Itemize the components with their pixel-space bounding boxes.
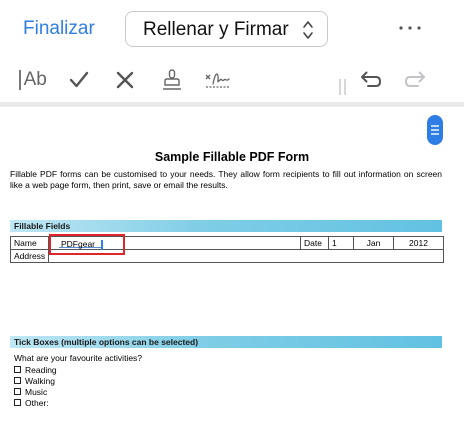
mode-selector[interactable]: Rellenar y Firmar — [125, 11, 328, 47]
cross-icon — [116, 71, 134, 89]
redo-icon — [404, 71, 425, 87]
fillable-fields-heading: Fillable Fields — [10, 220, 442, 232]
date-month-field[interactable]: Jan — [353, 236, 394, 250]
active-name-field[interactable]: PDFgear — [49, 234, 125, 255]
date-year-field[interactable]: 2012 — [393, 236, 444, 250]
cross-tool-button[interactable] — [112, 65, 138, 95]
tick-boxes-heading: Tick Boxes (multiple options can be sele… — [10, 336, 442, 348]
signature-icon — [205, 73, 230, 88]
form-title: Sample Fillable PDF Form — [154, 150, 310, 164]
chevron-up-down-icon — [303, 21, 313, 39]
toolbar-separator — [339, 79, 346, 95]
name-label: Name — [10, 236, 49, 250]
done-button[interactable]: Finalizar — [23, 18, 95, 40]
date-label: Date — [300, 236, 329, 250]
address-label: Address — [10, 249, 49, 263]
checkbox-icon — [14, 388, 21, 395]
date-day-field[interactable]: 1 — [328, 236, 354, 250]
activities-question: What are your favourite activities? — [14, 353, 143, 363]
annotation-toolbar: Ab — [0, 58, 464, 102]
list-icon — [431, 125, 439, 135]
checkmark-tool-button[interactable] — [66, 65, 92, 95]
checkbox-label: Reading — [25, 364, 57, 375]
stamp-tool-button[interactable] — [158, 65, 186, 95]
checkbox-music[interactable]: Music — [14, 386, 57, 397]
undo-button[interactable] — [356, 65, 384, 95]
undo-icon — [361, 71, 382, 87]
outline-button[interactable] — [427, 115, 443, 145]
activities-checklist: Reading Walking Music Other: — [14, 364, 57, 408]
name-field-value: PDFgear — [61, 239, 96, 249]
checkbox-icon — [14, 377, 21, 384]
text-tool-button[interactable]: Ab — [16, 65, 50, 95]
checkbox-walking[interactable]: Walking — [14, 375, 57, 386]
mode-selector-label: Rellenar y Firmar — [143, 19, 289, 40]
text-tool-label: Ab — [23, 69, 47, 90]
checkbox-icon — [14, 399, 21, 406]
pdf-page[interactable]: Sample Fillable PDF Form Fillable PDF fo… — [0, 107, 464, 425]
checkbox-reading[interactable]: Reading — [14, 364, 57, 375]
more-options-icon[interactable] — [397, 18, 423, 38]
checkbox-label: Walking — [25, 375, 55, 386]
stamp-icon — [163, 69, 181, 90]
checkbox-icon — [14, 366, 21, 373]
text-cursor-icon — [19, 70, 21, 90]
top-navigation-bar: Finalizar Rellenar y Firmar — [0, 0, 464, 58]
checkbox-label: Music — [25, 386, 48, 397]
checkbox-other[interactable]: Other: — [14, 397, 57, 408]
text-cursor — [101, 240, 103, 250]
checkbox-label: Other: — [25, 397, 49, 408]
signature-tool-button[interactable] — [203, 65, 233, 95]
redo-button[interactable] — [402, 65, 430, 95]
form-intro-text: Fillable PDF forms can be customised to … — [10, 169, 442, 190]
checkmark-icon — [69, 71, 89, 88]
